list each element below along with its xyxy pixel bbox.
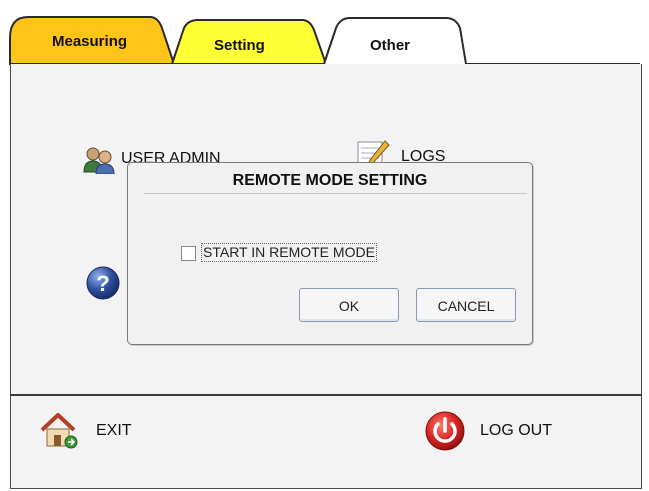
logout-label: LOG OUT (480, 422, 553, 439)
home-icon (40, 413, 78, 449)
dialog-divider (144, 193, 527, 194)
help-question-icon[interactable]: ? (85, 265, 121, 301)
svg-text:?: ? (96, 271, 109, 296)
remote-mode-checkbox[interactable] (181, 246, 196, 261)
tab-other[interactable]: Other (370, 37, 410, 54)
exit-label: EXIT (96, 422, 132, 439)
tab-strip: Measuring Setting Other (0, 0, 649, 70)
remote-mode-checkbox-label[interactable]: START IN REMOTE MODE (201, 243, 377, 262)
tab-measuring[interactable]: Measuring (52, 33, 127, 50)
dialog-title: REMOTE MODE SETTING (232, 172, 428, 189)
remote-mode-dialog: REMOTE MODE SETTING START IN REMOTE MODE… (127, 162, 533, 345)
power-icon (425, 411, 465, 451)
users-icon (83, 147, 115, 174)
exit-button[interactable]: EXIT (38, 410, 178, 452)
tab-setting[interactable]: Setting (214, 37, 265, 54)
logout-button[interactable]: LOG OUT (424, 410, 574, 452)
cancel-button[interactable]: CANCEL (416, 288, 516, 322)
ok-button[interactable]: OK (299, 288, 399, 322)
